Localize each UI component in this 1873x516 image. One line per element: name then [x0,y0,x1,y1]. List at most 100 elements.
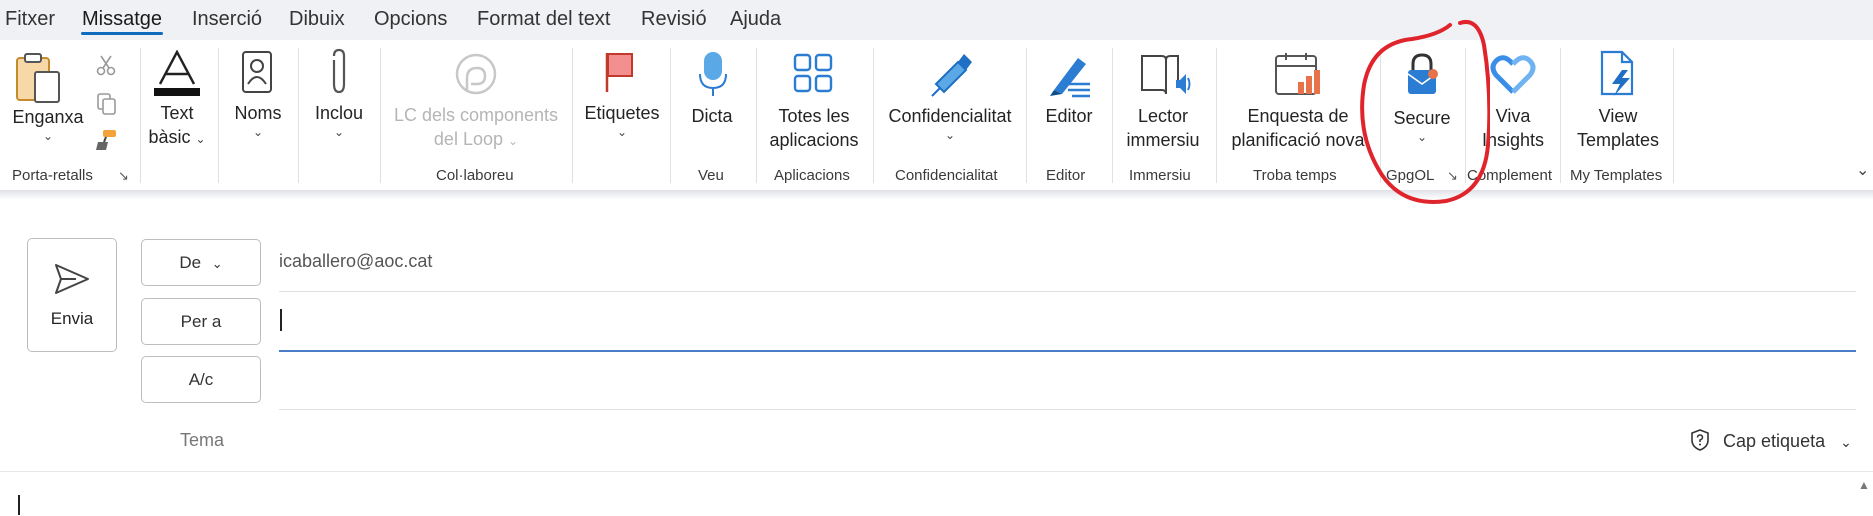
shield-question-icon [1691,429,1709,451]
chevron-down-icon: ⌄ [508,134,519,148]
from-label: De [179,253,202,272]
active-tab-indicator [81,32,163,35]
menu-missatge[interactable]: Missatge [82,8,162,31]
to-button[interactable]: Per a [141,298,261,345]
ribbon-separator [218,48,219,183]
cc-input[interactable] [279,358,1856,408]
from-field-underline [279,291,1856,292]
ribbon-separator [873,48,874,183]
ribbon-separator [380,48,381,183]
chevron-down-icon: ⌄ [195,132,206,146]
scroll-up-arrow-icon[interactable]: ▲ [1858,478,1870,492]
ribbon-separator [1112,48,1113,183]
include-label: Inclou [314,103,364,123]
chevron-down-icon: ⌄ [211,256,223,271]
cc-field-underline [279,409,1856,410]
paperclip-icon [332,48,346,94]
from-button[interactable]: De ⌄ [141,239,261,286]
immersive-reader-icon [1141,55,1191,95]
group-label-veu: Veu [698,167,724,184]
ribbon-expand-chevron-icon[interactable]: ⌄ [1856,160,1869,180]
tags-button[interactable]: Etiquetes ⌄ [578,101,666,139]
paste-button[interactable]: Enganxa ⌄ [12,105,84,143]
copy-icon[interactable] [96,92,118,116]
dialog-launcher-icon[interactable]: ↘ [118,168,129,184]
immersive-line2: immersiu [1126,130,1200,150]
body-text-cursor [18,495,20,515]
group-label-collaboreu: Col·laboreu [436,167,514,184]
menu-opcions[interactable]: Opcions [374,8,447,31]
address-book-icon [242,51,272,93]
format-painter-icon[interactable] [94,128,118,152]
chevron-down-icon: ⌄ [252,125,264,139]
text-cursor [280,309,282,331]
immersive-reader-button[interactable]: Lector immersiu [1118,104,1208,152]
group-label-confidencialitat: Confidencialitat [895,167,998,184]
group-label-editor: Editor [1046,167,1086,184]
menu-format-text[interactable]: Format del text [477,8,610,31]
loop-label-line1: LC dels components [393,105,559,125]
microphone-icon [699,52,727,96]
apps-grid-icon [793,53,833,93]
ribbon-separator [1673,48,1674,183]
loop-label-line2: del Loop [433,129,503,149]
paste-label: Enganxa [12,107,84,127]
tags-label: Etiquetes [584,103,660,123]
immersive-line1: Lector [1137,106,1189,126]
scissors-icon[interactable] [96,54,116,76]
subject-input[interactable]: Tema [180,430,224,451]
loop-components-button[interactable]: LC dels components del Loop ⌄ [386,103,566,151]
group-label-my-templates: My Templates [1570,167,1663,184]
ribbon-separator [572,48,573,183]
group-label-troba-temps: Troba temps [1253,167,1337,184]
names-button[interactable]: Noms ⌄ [224,101,292,139]
editor-pen-icon [1050,58,1090,98]
ribbon-separator [140,48,141,183]
confidentiality-button[interactable]: Confidencialitat ⌄ [880,104,1020,142]
flag-icon [605,53,633,92]
ribbon-separator [670,48,671,183]
ribbon-separator [1026,48,1027,183]
menu-ajuda[interactable]: Ajuda [730,8,781,31]
sensitivity-label: Cap etiqueta [1723,431,1826,451]
editor-button[interactable]: Editor [1034,104,1104,128]
send-icon [55,264,89,294]
include-button[interactable]: Inclou ⌄ [304,101,374,139]
chevron-down-icon: ⌄ [616,125,628,139]
message-body[interactable] [0,472,1855,516]
all-apps-button[interactable]: Totes les aplicacions [762,104,866,152]
group-label-immersiu: Immersiu [1129,167,1191,184]
menu-revisio[interactable]: Revisió [641,8,707,31]
viva-insights-icon [1490,55,1536,94]
to-input[interactable] [279,300,1856,350]
send-label: Envia [50,309,94,328]
to-label: Per a [180,312,222,331]
basic-text-button[interactable]: Text bàsic ⌄ [144,101,210,149]
cc-button[interactable]: A/c [141,356,261,403]
red-annotation-circle [1360,20,1490,204]
chevron-down-icon: ⌄ [42,129,54,143]
editor-label: Editor [1045,106,1093,126]
templates-icon [1600,50,1634,96]
sensitivity-icon [931,54,972,97]
menu-fitxer[interactable]: Fitxer [5,8,55,31]
from-address: icaballero@aoc.cat [279,251,433,271]
sensitivity-label-button[interactable]: Cap etiqueta ⌄ [1690,429,1852,452]
scheduling-poll-icon [1275,53,1320,95]
all-apps-line2: aplicacions [769,130,859,150]
to-field-underline [279,350,1856,352]
templates-line1: View [1598,106,1638,126]
dictate-button[interactable]: Dicta [680,104,744,128]
clipboard-paste-icon[interactable] [14,52,74,104]
send-button[interactable]: Envia [27,238,117,352]
view-templates-button[interactable]: View Templates [1568,104,1668,152]
ribbon-separator [1560,48,1561,183]
text-format-icon [154,50,200,96]
menu-insercio[interactable]: Inserció [192,8,262,31]
basic-text-line1: Text [160,103,194,123]
group-label-aplicacions: Aplicacions [774,167,850,184]
all-apps-line1: Totes les [778,106,850,126]
menu-dibuix[interactable]: Dibuix [289,8,345,31]
chevron-down-icon: ⌄ [333,125,345,139]
ribbon-separator [756,48,757,183]
